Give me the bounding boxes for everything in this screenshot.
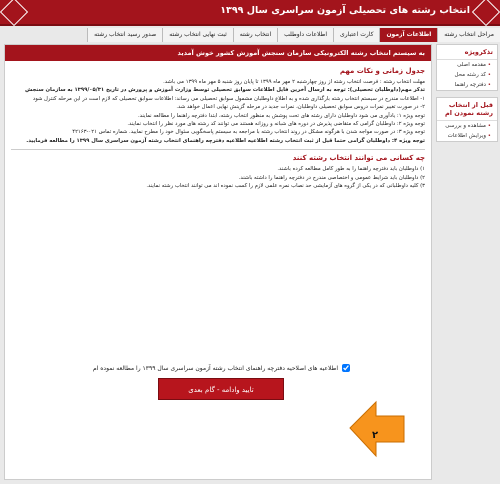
tab-steps[interactable]: مراحل انتخاب رشته: [437, 28, 500, 42]
paragraph-warning: توجه ویژه ۴: داوطلبان گرامی حتما قبل از …: [26, 137, 425, 144]
paragraph: ۲- در صورت تغییر نمرات دروس سوابق تحصیلی…: [176, 104, 425, 111]
step-number: ۲: [372, 430, 379, 441]
paragraph-warning: تذکر مهم(داوطلبان تحصیلی): توجه به ارسال…: [24, 87, 425, 94]
paragraph: ۲) داوطلبان باید شرایط عمومی و اختصاصی م…: [238, 174, 425, 181]
sidebar-link[interactable]: ویرایش اطلاعات: [437, 131, 497, 141]
sidebar: تذکرویژه مقدمه اصلی کد رشته محل دفترچه ر…: [436, 44, 498, 148]
paragraph: ۱) داوطلبان باید دفترچه راهنما را به طور…: [277, 166, 425, 173]
sidebar-box-title: تذکرویژه: [437, 45, 497, 60]
header: انتخاب رشته های تحصیلی آزمون سراسری سال …: [0, 0, 500, 27]
agree-row: اطلاعیه های اصلاحیه دفترچه راهنمای انتخا…: [70, 364, 350, 372]
sidebar-link[interactable]: مشاهده و بررسی: [437, 121, 497, 131]
sidebar-link[interactable]: کد رشته محل: [437, 70, 497, 80]
paragraph: مهلت انتخاب رشته : فرصت انتخاب رشته از ر…: [163, 79, 425, 85]
tab-candidate-info[interactable]: اطلاعات داوطلب: [277, 28, 333, 42]
tab-final-submit[interactable]: ثبت نهایی انتخاب رشته: [162, 28, 233, 42]
sidebar-box-before: قبل از انتخاب رشته نمودن ام مشاهده و برر…: [436, 97, 498, 142]
logo-right-icon: [471, 0, 500, 27]
sidebar-box-notice: تذکرویژه مقدمه اصلی کد رشته محل دفترچه ر…: [436, 44, 498, 91]
tab-select-major[interactable]: انتخاب رشته: [232, 28, 278, 42]
paragraph: توجه ویژه ۲: داوطلبان گرامی که متقاضی پذ…: [127, 121, 425, 128]
agree-label: اطلاعیه های اصلاحیه دفترچه راهنمای انتخا…: [92, 364, 338, 372]
sidebar-link[interactable]: دفترچه راهنما: [437, 80, 497, 90]
section-title: جدول زمانی و نکات مهم: [339, 67, 425, 75]
page: انتخاب رشته های تحصیلی آزمون سراسری سال …: [0, 0, 500, 484]
divider: [11, 149, 425, 151]
header-title: انتخاب رشته های تحصیلی آزمون سراسری سال …: [220, 5, 470, 16]
sidebar-link[interactable]: مقدمه اصلی: [437, 60, 497, 70]
welcome-banner: به سیستم انتخاب رشته الکترونیکی سازمان س…: [5, 45, 431, 61]
paragraph: ۳) کلیه داوطلبانی که در یکی از گروه های …: [146, 183, 425, 190]
confirm-next-button[interactable]: تایید وادامه - گام بعدی: [158, 378, 284, 400]
logo-left-icon: [0, 0, 29, 27]
info-section: جدول زمانی و نکات مهم مهلت انتخاب رشته :…: [5, 61, 431, 192]
arrow-annotation-icon: [348, 398, 406, 460]
tab-exam-info[interactable]: اطلاعات آزمون: [379, 28, 438, 42]
tab-receipt[interactable]: صدور رسید انتخاب رشته: [87, 28, 163, 42]
paragraph: توجه ویژه ۳: در صورت مواجه شدن با هرگونه…: [72, 129, 425, 136]
tab-credit-card[interactable]: کارت اعتباری: [333, 28, 380, 42]
paragraph: ۱- اطلاعات مندرج در سیستم انتخاب رشته با…: [32, 95, 425, 102]
sidebar-box-title: قبل از انتخاب رشته نمودن ام: [437, 98, 497, 121]
section-title: چه کسانی می توانند انتخاب رشته کنند: [292, 154, 425, 163]
paragraph: توجه ویژه ۱: یادآوری می شود داوطلبان دار…: [137, 112, 425, 119]
tab-bar: مراحل انتخاب رشته اطلاعات آزمون کارت اعت…: [0, 28, 500, 42]
agree-checkbox[interactable]: [342, 364, 350, 372]
